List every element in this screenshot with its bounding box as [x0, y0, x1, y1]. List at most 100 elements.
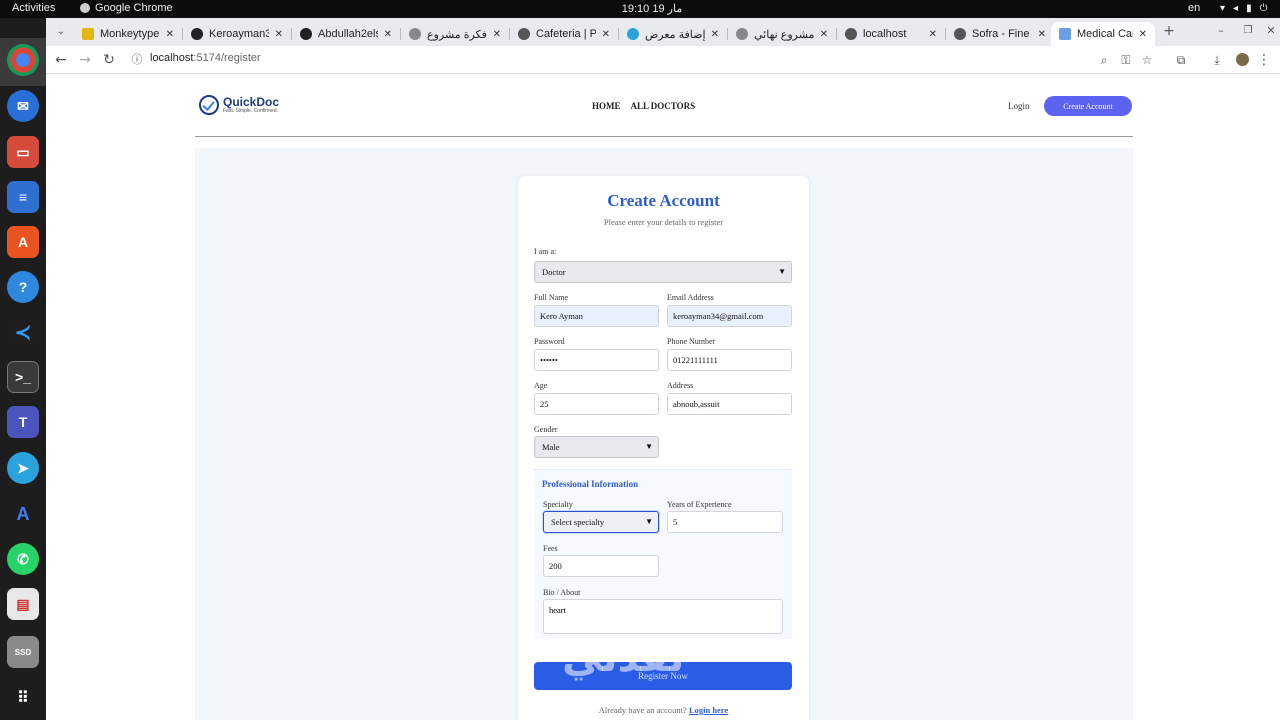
tab-project-idea[interactable]: فكرة مشروع ✕ [401, 22, 509, 46]
teams-icon[interactable]: T [7, 406, 39, 438]
chevron-down-icon: ▼ [645, 517, 653, 526]
reload-button[interactable]: ↻ [100, 51, 118, 69]
app-center-icon[interactable]: A [7, 226, 39, 258]
password-key-icon[interactable]: ⚿ [1117, 51, 1135, 69]
tab-medical-care[interactable]: Medical Care✕ [1051, 22, 1155, 46]
github-icon [191, 28, 203, 40]
specialty-select[interactable]: Select specialty ▼ [543, 511, 659, 533]
tab-final-project[interactable]: مشروع نهائي ✕ [728, 22, 836, 46]
phone-input[interactable]: 01221111111 [667, 349, 792, 371]
close-icon[interactable]: ✕ [166, 29, 174, 40]
forward-button[interactable]: → [76, 51, 94, 69]
system-top-bar: Activities Google Chrome مار 19 19:10 en… [0, 0, 1280, 18]
close-window-button[interactable]: ✕ [1262, 22, 1280, 40]
tab-keroayman[interactable]: Keroayman3 ✕ [183, 22, 291, 46]
nav-link-home[interactable]: HOME [592, 101, 621, 111]
close-icon[interactable]: ✕ [602, 29, 610, 40]
github-icon [300, 28, 312, 40]
password-label: Password [534, 337, 565, 346]
password-input[interactable]: •••••• [534, 349, 659, 371]
close-icon[interactable]: ✕ [493, 29, 501, 40]
url-host: localhost [150, 52, 194, 64]
email-input[interactable]: keroayman34@gmail.com [667, 305, 792, 327]
address-input[interactable]: abnoub,assuit [667, 393, 792, 415]
full-name-input[interactable]: Kero Ayman [534, 305, 659, 327]
tab-monkeytype[interactable]: Monkeytype ✕ [74, 22, 182, 46]
thunderbird-icon[interactable]: ✉ [7, 90, 39, 122]
menu-kebab-icon[interactable]: ⋮ [1255, 51, 1273, 69]
document-viewer-icon[interactable]: ▤ [7, 588, 39, 620]
whatsapp-icon[interactable]: ✆ [7, 543, 39, 575]
age-input[interactable]: 25 [534, 393, 659, 415]
globe-icon [954, 28, 966, 40]
telegram-icon[interactable]: ➤ [7, 452, 39, 484]
system-tray[interactable]: ▾ ◂ ▮ ⏻ [1220, 3, 1268, 14]
nav-link-all-doctors[interactable]: ALL DOCTORS [631, 101, 696, 111]
watermark-url: nafezly.com [614, 692, 721, 713]
nav-links: HOME ALL DOCTORS [592, 101, 695, 111]
help-icon[interactable]: ? [7, 271, 39, 303]
experience-input[interactable]: 5 [667, 511, 783, 533]
fees-input[interactable]: 200 [543, 555, 659, 577]
close-icon[interactable]: ✕ [1038, 29, 1046, 40]
close-icon[interactable]: ✕ [929, 29, 937, 40]
specialty-selected-value: Select specialty [551, 517, 605, 527]
logo-name: QuickDoc [223, 95, 280, 109]
close-icon[interactable]: ✕ [275, 29, 283, 40]
bio-label: Bio / About [543, 588, 581, 597]
profile-avatar[interactable] [1233, 51, 1251, 69]
keyboard-language[interactable]: en [1188, 2, 1200, 14]
role-select[interactable]: Doctor ▼ [534, 261, 792, 283]
tab-cafeteria[interactable]: Cafeteria | Pr ✕ [510, 22, 618, 46]
professional-info-title: Professional Information [542, 479, 639, 489]
close-icon[interactable]: ✕ [384, 29, 392, 40]
wifi-icon: ▾ [1220, 3, 1226, 14]
close-icon[interactable]: ✕ [1139, 29, 1147, 40]
address-label: Address [667, 381, 694, 390]
close-icon[interactable]: ✕ [711, 29, 719, 40]
new-tab-button[interactable]: + [1160, 22, 1178, 40]
extensions-icon[interactable]: ⧉ [1172, 51, 1190, 69]
back-button[interactable]: ← [52, 51, 70, 69]
clock[interactable]: مار 19 19:10 [612, 2, 692, 15]
full-name-label: Full Name [534, 293, 568, 302]
gender-select[interactable]: Male ▼ [534, 436, 659, 458]
active-app-indicator[interactable]: Google Chrome [80, 2, 173, 14]
address-bar[interactable]: localhost:5174/register [150, 52, 261, 64]
ssd-drive-icon[interactable]: SSD [7, 636, 39, 668]
vscode-icon[interactable]: ≺ [7, 316, 39, 348]
nav-login-link[interactable]: Login [1008, 101, 1030, 111]
restore-button[interactable]: ❐ [1239, 22, 1257, 40]
tab-strip: ⌄ Monkeytype ✕ Keroayman3 ✕ Abdullah2els ✕ … [46, 18, 1280, 46]
minimize-button[interactable]: – [1212, 22, 1230, 40]
site-info-icon[interactable]: ⓘ [128, 51, 146, 69]
terminal-icon[interactable]: >_ [7, 361, 39, 393]
web-page: QuickDoc Fast. Simple. Confirmed. HOME A… [46, 75, 1280, 720]
download-icon[interactable]: ⤓ [1208, 51, 1226, 69]
bookmark-star-icon[interactable]: ☆ [1138, 51, 1156, 69]
bio-textarea[interactable]: heart [543, 599, 783, 634]
browser-toolbar: ← → ↻ ⓘ localhost:5174/register ⌕ ⚿ ☆ ⧉ … [46, 46, 1280, 74]
tab-add-gallery[interactable]: إضافة معرض ✕ [619, 22, 727, 46]
tab-sofra[interactable]: Sofra - Fine D✕ [946, 22, 1054, 46]
specialty-label: Specialty [543, 500, 573, 509]
power-icon: ⏻ [1259, 3, 1268, 14]
files-icon[interactable]: ▭ [7, 136, 39, 168]
android-studio-icon[interactable]: A [7, 498, 39, 530]
medical-favicon-icon [1059, 28, 1071, 40]
close-icon[interactable]: ✕ [820, 29, 828, 40]
writer-icon[interactable]: ≡ [7, 181, 39, 213]
zoom-icon[interactable]: ⌕ [1095, 51, 1113, 69]
globe-icon [518, 28, 530, 40]
tab-localhost[interactable]: localhost ✕ [837, 22, 945, 46]
tab-abdullah[interactable]: Abdullah2els ✕ [292, 22, 400, 46]
chrome-icon[interactable] [7, 44, 39, 76]
site-logo[interactable]: QuickDoc Fast. Simple. Confirmed. [199, 95, 279, 115]
volume-icon: ◂ [1233, 3, 1239, 14]
app-grid-icon[interactable]: ⠿ [7, 682, 39, 714]
tab-search-icon[interactable]: ⌄ [52, 23, 70, 41]
chevron-down-icon: ▼ [645, 442, 653, 451]
url-path: :5174/register [193, 52, 261, 64]
nav-create-account-button[interactable]: Create Account [1044, 96, 1132, 116]
activities-button[interactable]: Activities [12, 2, 55, 14]
